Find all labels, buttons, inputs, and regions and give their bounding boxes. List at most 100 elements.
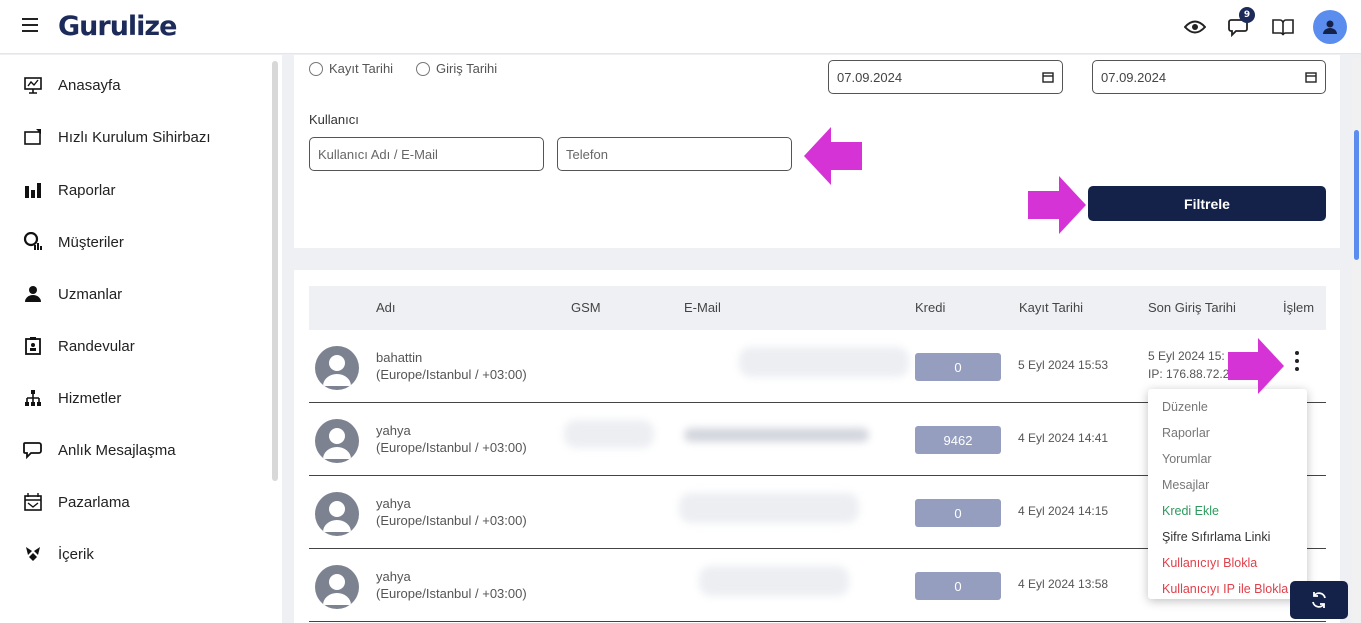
sidebar-item-icerik[interactable]: İçerik [22, 539, 94, 569]
redacted-gsm [564, 420, 654, 448]
radio-circle[interactable] [416, 61, 430, 76]
phone-input[interactable]: Telefon [557, 137, 792, 171]
filter-button[interactable]: Filtrele [1088, 186, 1326, 221]
credit-badge[interactable]: 0 [915, 353, 1001, 381]
register-date: 4 Eyl 2024 13:58 [1018, 577, 1109, 591]
sidebar-item-randevular[interactable]: Randevular [22, 331, 135, 361]
chat-icon[interactable]: 9 [1225, 7, 1255, 41]
top-icons: 9 [1181, 7, 1347, 44]
user-name-cell: yahya (Europe/Istanbul / +03:00) [376, 423, 527, 455]
sidebar-item-pazarlama[interactable]: Pazarlama [22, 487, 130, 517]
menu-item-add-credit[interactable]: Kredi Ekle [1148, 498, 1307, 524]
top-bar: Gurulize 9 [0, 0, 1361, 54]
dashboard-icon [22, 74, 44, 96]
main-scrollbar[interactable] [1352, 58, 1361, 623]
register-date: 4 Eyl 2024 14:41 [1018, 431, 1109, 445]
user-name-cell: yahya (Europe/Istanbul / +03:00) [376, 496, 527, 528]
sidebar-scrollbar[interactable] [272, 61, 278, 481]
logo[interactable]: Gurulize [58, 11, 177, 42]
register-date: 4 Eyl 2024 14:15 [1018, 504, 1109, 518]
menu-item-messages[interactable]: Mesajlar [1148, 472, 1307, 498]
arrow-right-icon [1228, 338, 1284, 394]
sidebar-item-mesajlasma[interactable]: Anlık Mesajlaşma [22, 435, 176, 465]
credit-badge[interactable]: 0 [915, 572, 1001, 600]
calendar-icon[interactable] [1042, 71, 1054, 83]
experts-icon [22, 283, 44, 305]
sidebar-item-uzmanlar[interactable]: Uzmanlar [22, 279, 122, 309]
menu-item-comments[interactable]: Yorumlar [1148, 446, 1307, 472]
arrow-right-icon [1028, 176, 1086, 234]
avatar [315, 346, 359, 390]
avatar [315, 565, 359, 609]
redacted-email [699, 566, 849, 596]
credit-badge[interactable]: 9462 [915, 426, 1001, 454]
calendar-icon[interactable] [1305, 71, 1317, 83]
eye-icon[interactable] [1181, 13, 1209, 41]
sidebar-item-label: Pazarlama [58, 493, 130, 511]
sidebar-item-musteriler[interactable]: Müşteriler [22, 227, 124, 257]
header-action: İşlem [1283, 300, 1315, 315]
header-last-login[interactable]: Son Giriş Tarihi [1148, 300, 1236, 315]
menu-item-reports[interactable]: Raporlar [1148, 420, 1307, 446]
radio-login-date[interactable]: Giriş Tarihi [416, 61, 497, 76]
date-to-field[interactable]: 07.09.2024 [1092, 60, 1326, 94]
last-login: 5 Eyl 2024 15: IP: 176.88.72.2 [1148, 349, 1230, 381]
username-input[interactable]: Kullanıcı Adı / E-Mail [309, 137, 544, 171]
wizard-icon [22, 126, 44, 148]
credit-badge[interactable]: 0 [915, 499, 1001, 527]
sidebar-item-label: Hızlı Kurulum Sihirbazı [58, 128, 211, 146]
sidebar: Anasayfa Hızlı Kurulum Sihirbazı Raporla… [0, 55, 282, 623]
notification-badge: 9 [1239, 7, 1255, 23]
avatar [315, 492, 359, 536]
header-name[interactable]: Adı [376, 300, 396, 315]
redacted-email [679, 493, 859, 523]
header-email[interactable]: E-Mail [684, 300, 721, 315]
header-gsm[interactable]: GSM [571, 300, 601, 315]
menu-item-block-ip[interactable]: Kullanıcıyı IP ile Blokla [1148, 576, 1307, 602]
scrollbar-thumb[interactable] [1354, 130, 1359, 260]
action-menu: Düzenle Raporlar Yorumlar Mesajlar Kredi… [1148, 389, 1307, 599]
bar-chart-icon [22, 179, 44, 201]
more-options-icon[interactable] [1292, 351, 1302, 371]
header-credit[interactable]: Kredi [915, 300, 945, 315]
sidebar-item-label: Hizmetler [58, 389, 122, 407]
book-icon[interactable] [1269, 13, 1297, 41]
register-date: 5 Eyl 2024 15:53 [1018, 358, 1109, 372]
menu-icon[interactable] [22, 18, 38, 32]
marketing-icon [22, 491, 44, 513]
menu-item-edit[interactable]: Düzenle [1148, 394, 1307, 420]
chat-icon [22, 439, 44, 461]
refresh-button[interactable] [1290, 581, 1348, 619]
sidebar-item-label: İçerik [58, 545, 94, 563]
radio-register-date[interactable]: Kayıt Tarihi [309, 61, 393, 76]
user-name-cell: yahya (Europe/Istanbul / +03:00) [376, 569, 527, 601]
radio-circle[interactable] [309, 61, 323, 76]
menu-item-reset-link[interactable]: Şifre Sıfırlama Linki [1148, 524, 1307, 550]
sidebar-item-hizmetler[interactable]: Hizmetler [22, 383, 121, 413]
user-label: Kullanıcı [309, 112, 359, 127]
menu-item-block-user[interactable]: Kullanıcıyı Blokla [1148, 550, 1307, 576]
header-register-date[interactable]: Kayıt Tarihi [1019, 300, 1083, 315]
refresh-icon [1312, 592, 1326, 608]
sidebar-item-label: Anlık Mesajlaşma [58, 441, 176, 459]
sidebar-item-wizard[interactable]: Hızlı Kurulum Sihirbazı [22, 122, 211, 152]
redacted-email [684, 428, 869, 442]
user-icon[interactable] [1313, 10, 1347, 44]
sidebar-item-label: Randevular [58, 337, 135, 355]
sidebar-item-label: Müşteriler [58, 233, 124, 251]
appointment-icon [22, 335, 44, 357]
sidebar-item-label: Anasayfa [58, 76, 121, 94]
services-icon [22, 387, 44, 409]
content-icon [22, 543, 44, 565]
table-header: Adı GSM E-Mail Kredi Kayıt Tarihi Son Gi… [309, 286, 1326, 330]
arrow-left-icon [804, 127, 862, 185]
redacted-email [739, 347, 909, 377]
avatar [315, 419, 359, 463]
sidebar-item-raporlar[interactable]: Raporlar [22, 175, 116, 205]
sidebar-item-label: Raporlar [58, 181, 116, 199]
sidebar-item-label: Uzmanlar [58, 285, 123, 303]
sidebar-item-anasayfa[interactable]: Anasayfa [22, 70, 121, 100]
user-name-cell: bahattin (Europe/Istanbul / +03:00) [376, 350, 527, 382]
date-from-field[interactable]: 07.09.2024 [828, 60, 1063, 94]
customers-icon [22, 231, 44, 253]
